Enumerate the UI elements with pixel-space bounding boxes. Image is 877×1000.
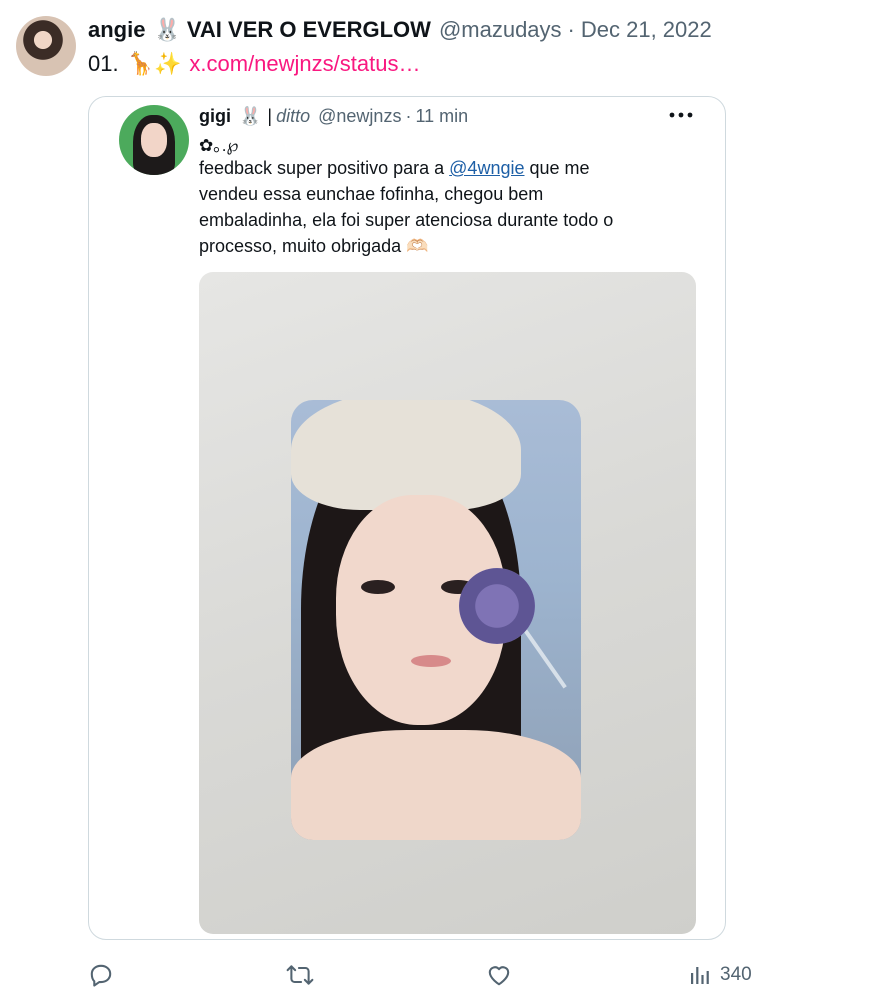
analytics-icon [691, 967, 709, 984]
quoted-tweet-header: gigi 🐰 | ditto @newjnzs · 11 min [199, 103, 468, 129]
tweet-header: angie 🐰 VAI VER O EVERGLOW @mazudays · D… [88, 14, 712, 46]
more-icon[interactable] [667, 109, 695, 121]
photocard-lips [411, 655, 451, 667]
photocard-eye-left [361, 580, 395, 594]
author-name-suffix[interactable]: VAI VER O EVERGLOW [187, 17, 431, 43]
author-name-emoji: 🐰 [153, 17, 181, 42]
views-count: 340 [720, 964, 752, 985]
tweet-body-number: 01. [88, 51, 119, 76]
retweet-button[interactable] [286, 960, 314, 990]
photocard-flower [459, 568, 535, 644]
quoted-tweet-card[interactable]: gigi 🐰 | ditto @newjnzs · 11 min ✿｡.℘ fe… [88, 96, 726, 940]
tweet-body-link[interactable]: x.com/newjnzs/status… [189, 51, 420, 77]
retweet-icon [286, 965, 314, 985]
mention-link[interactable]: @4wngie [449, 158, 524, 178]
quoted-tweet-symbols: ✿｡.℘ [199, 136, 239, 155]
quoted-text-line: vendeu essa eunchae fofinha, chegou bem [199, 184, 544, 204]
quoted-text-pre: feedback super positivo para a [199, 158, 450, 178]
reply-button[interactable] [88, 960, 114, 990]
quoted-author-name-bar: | [267, 105, 273, 126]
quoted-author-handle[interactable]: @newjnzs [318, 106, 401, 127]
views-button[interactable]: 340 [688, 960, 752, 990]
header-separator: · [567, 17, 575, 42]
quoted-author-display-name[interactable]: gigi [199, 106, 231, 127]
photocard-flower-stem [523, 628, 567, 689]
quoted-tweet-text: feedback super positivo para a @4wngie q… [199, 155, 699, 259]
tweet-body-emojis: 🦒✨ [126, 51, 182, 76]
quoted-author-avatar[interactable] [119, 105, 189, 175]
tweet-actions: 340 [88, 960, 788, 990]
tweet-date[interactable]: Dec 21, 2022 [581, 17, 712, 43]
reply-icon [90, 964, 112, 987]
author-handle[interactable]: @mazudays [439, 17, 562, 43]
quoted-author-name-emoji: 🐰 [239, 105, 262, 126]
author-display-name[interactable]: angie [88, 17, 145, 43]
photocard-image [291, 400, 581, 840]
photocard-shoulder [291, 730, 581, 840]
quoted-text-line: processo, muito obrigada 🫶🏻 [199, 236, 429, 256]
heart-icon [488, 966, 510, 986]
photocard-headband [291, 400, 521, 510]
tweet-body: 01. 🦒✨ x.com/newjnzs/status… [88, 48, 420, 80]
quoted-text-line: feedback super positivo para a @4wngie q… [199, 155, 699, 181]
quoted-header-separator: · [405, 105, 412, 126]
quoted-tweet-time[interactable]: 11 min [415, 106, 468, 127]
quoted-author-name-ditto: ditto [276, 105, 311, 126]
quoted-text-line: embaladinha, ela foi super atenciosa dur… [199, 210, 614, 230]
avatar-face [141, 123, 167, 157]
tweet-photo[interactable] [199, 272, 696, 934]
quoted-text-post: que me [524, 158, 590, 178]
author-avatar[interactable] [16, 16, 76, 76]
like-button[interactable] [486, 960, 512, 990]
